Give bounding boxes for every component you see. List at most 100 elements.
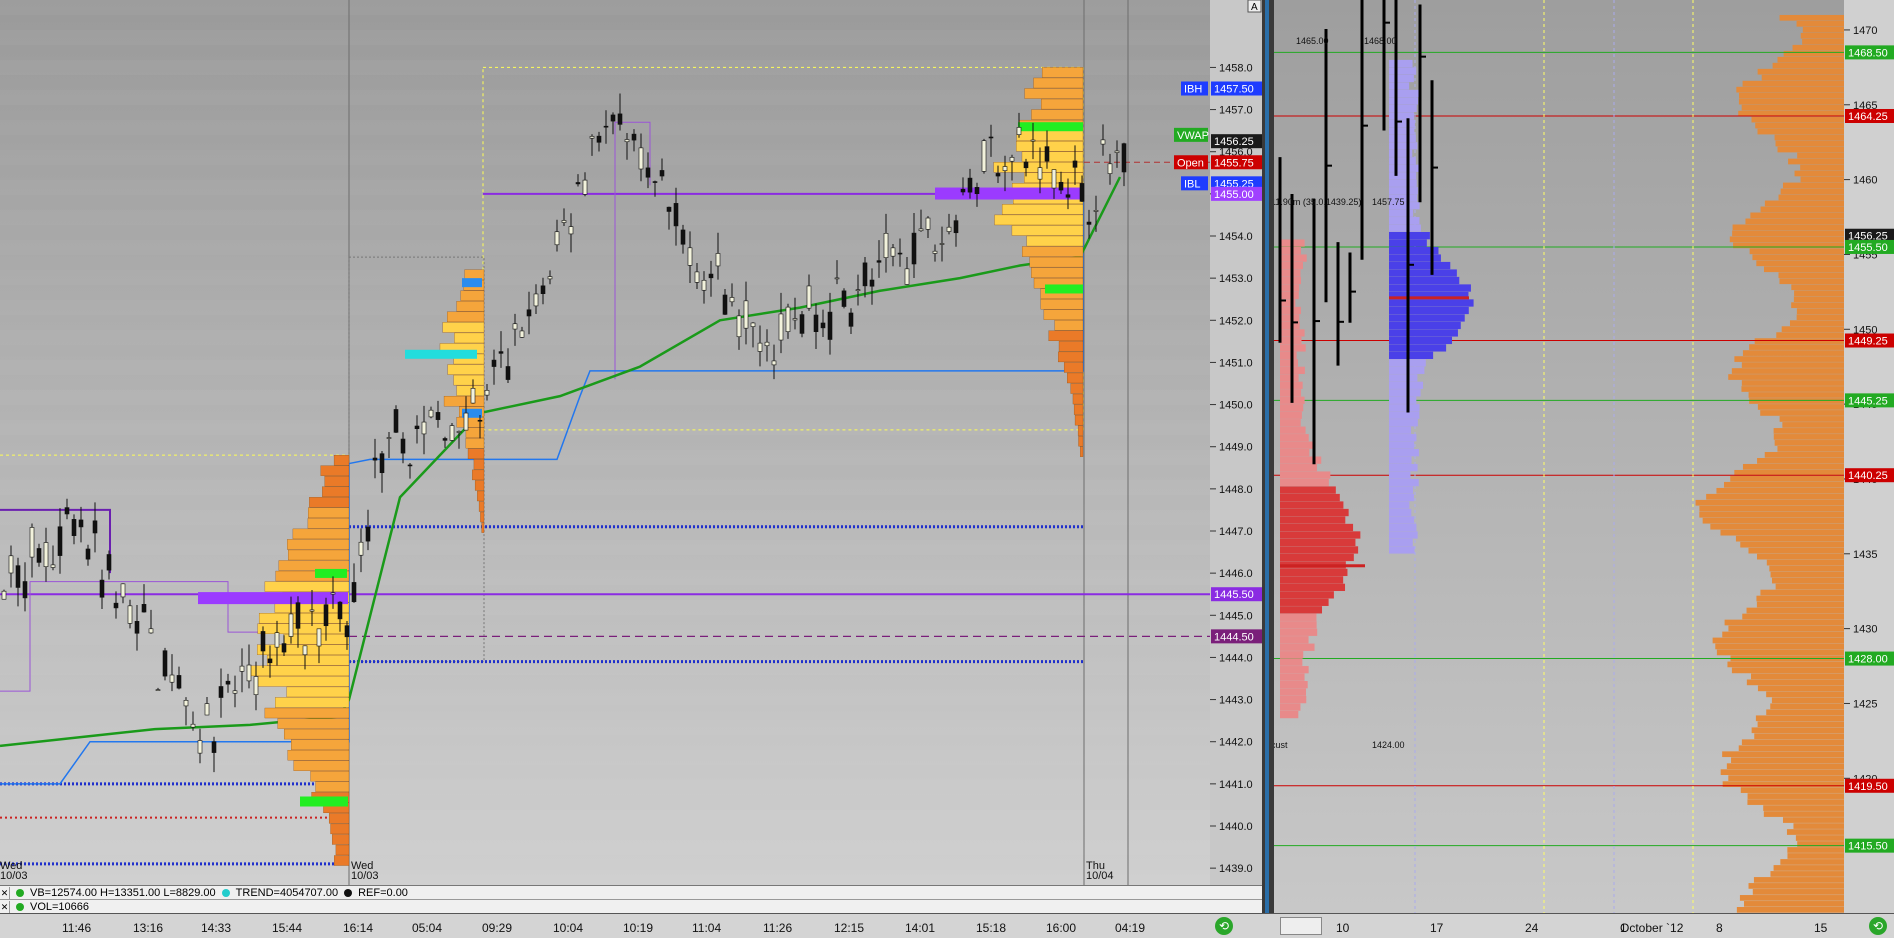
composite-profile-bar [1766,709,1844,716]
composite-profile-bar [1773,865,1844,871]
weekly-profile-blue [1389,336,1453,345]
profile-bar [480,511,485,523]
profile-bar [478,501,485,512]
weekly-profile-red [1280,621,1317,629]
candle-body [722,294,728,315]
weekly-profile-red [1280,419,1301,427]
date-tick-label: 10 [1336,921,1350,935]
composite-profile-bar [1766,691,1844,698]
composite-profile-bar [1727,661,1844,668]
composite-profile-bar [1780,188,1844,195]
profile-bar [332,834,350,845]
profile-bar [322,486,350,497]
composite-profile-bar [1772,577,1844,584]
composite-profile-bar [1736,907,1844,913]
weekly-profile-blue [1389,434,1417,442]
candle-body [596,135,602,143]
composite-profile-bar [1742,80,1844,87]
profile-bar [994,214,1084,226]
candle-body [512,323,518,330]
price-tick-label: 1439.0 [1219,863,1253,875]
weekly-profile-blue [1389,411,1420,419]
price-tick-label: 1442.0 [1219,737,1253,749]
candle-body [603,125,609,128]
composite-profile-bar [1740,541,1844,548]
zoom-box[interactable] [1280,917,1322,935]
price-tick-label: 1460 [1853,175,1877,187]
candle-body [491,359,497,367]
price-tick-label: 1446.0 [1219,568,1253,580]
candle-body [365,526,371,542]
weekly-profile-red [1280,246,1301,255]
price-tick-label: 1435 [1853,549,1877,561]
composite-profile-bar [1793,296,1844,303]
composite-profile-bar [1726,763,1844,770]
composite-profile-bar [1751,727,1844,734]
composite-profile-bar [1738,745,1844,752]
weekly-profile-red [1280,553,1354,562]
candle-body [918,228,924,232]
profile-bar [1070,383,1084,394]
time-axis[interactable]: 11:46 13:16 14:33 15:44 16:14 05:04 09:29 10:04… [0,913,1894,938]
background-band [0,570,1210,585]
price-tick-label: 1458.0 [1219,62,1253,74]
weekly-profile-blue [1389,127,1415,135]
right-scroll-icon[interactable]: ⟲ [1869,917,1887,935]
candle-body [764,341,770,347]
weekly-profile-red [1280,523,1354,532]
candle-body [617,113,623,125]
composite-profile-bar [1747,799,1844,805]
ib-highlight [405,349,477,359]
composite-profile-bar [1738,92,1844,99]
weekly-profile-blue [1389,179,1417,187]
marker-tag-label: VWAP [1177,130,1209,142]
time-tick-label: 13:16 [133,921,164,935]
weekly-profile-blue [1389,546,1415,554]
candle-body [624,139,630,143]
profile-bar [257,623,350,634]
weekly-profile-red [1280,284,1300,292]
composite-profile-bar [1763,811,1844,817]
candle-body [862,262,868,287]
weekly-profile-blue [1389,486,1414,494]
profile-bar [456,385,485,396]
time-tick-label: 10:19 [623,921,654,935]
left-scroll-icon[interactable]: ⟲ [1215,917,1233,935]
close-icon[interactable]: ✕ [0,887,10,899]
profile-bar [324,476,350,487]
composite-profile-bar [1782,182,1844,189]
profile-bar [1031,267,1084,278]
profile-bar [1011,225,1084,236]
candle-body [113,602,119,609]
profile-bar [1078,436,1084,447]
candle-body [1044,146,1050,162]
composite-profile-bar [1739,895,1844,901]
profile-bar [1021,151,1084,162]
price-tick-label: 1451.0 [1219,357,1253,369]
profile-bar [1048,330,1084,342]
composite-profile-bar [1755,122,1844,129]
candle-body [71,519,77,536]
weekly-profile-blue [1389,112,1415,120]
candle-body [386,437,392,439]
session-date-label: 10/04 [1086,870,1114,882]
weekly-profile-blue [1389,508,1412,517]
composite-profile-bar [1744,901,1844,907]
candle-body [449,425,455,441]
composite-profile-bar [1732,224,1844,231]
candle-body [855,289,861,291]
candle-body [715,253,721,267]
composite-profile-bar [1742,463,1844,470]
weekly-profile-red [1280,628,1318,636]
close-icon[interactable]: ✕ [0,901,10,913]
weekly-profile-red [1280,314,1300,322]
price-axis-right: 1470146514601455145014451440143514301425… [1844,0,1894,913]
daily-profile-chart[interactable]: 1470146514601455145014451440143514301425… [1274,0,1894,913]
candle-body [1051,169,1057,189]
candle-body [750,322,756,327]
candle-body [988,136,994,139]
intraday-chart[interactable]: 1458.01457.01456.01455.01454.01453.01452… [0,0,1262,885]
price-marker-label: 1440.25 [1848,470,1888,482]
composite-profile-bar [1775,140,1844,147]
ib-highlight [462,278,482,288]
